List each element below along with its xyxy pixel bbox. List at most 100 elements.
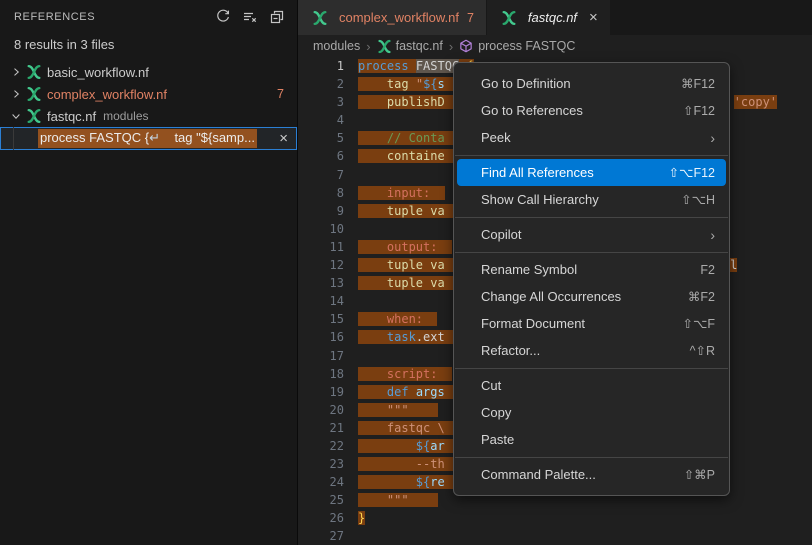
- sidebar-item-basic-workflow-nf[interactable]: basic_workflow.nf: [0, 61, 297, 83]
- match-highlight: }: [358, 511, 365, 525]
- match-code-after: tag "${samp...: [160, 130, 255, 145]
- chevron-right-icon[interactable]: [8, 64, 24, 80]
- menu-item-go-to-definition[interactable]: Go to Definition⌘F12: [457, 70, 726, 97]
- line-number: 9: [298, 202, 344, 220]
- tab-complex-workflow-nf[interactable]: complex_workflow.nf 7: [298, 0, 487, 35]
- tab-label: complex_workflow.nf: [339, 10, 459, 25]
- code-token: output:: [387, 240, 438, 254]
- results-count-badge: 7: [277, 87, 284, 101]
- nextflow-icon: [377, 39, 392, 54]
- reference-result-item[interactable]: process FASTQC {↵ tag "${samp... ×: [0, 127, 297, 150]
- clear-results-icon[interactable]: [240, 7, 260, 27]
- dismiss-icon[interactable]: ×: [279, 131, 288, 146]
- file-name: fastqc.nf: [47, 109, 96, 124]
- breadcrumb-item-modules[interactable]: modules: [313, 39, 360, 53]
- tab-fastqc-nf[interactable]: fastqc.nf×: [487, 0, 610, 35]
- menu-item-go-to-references[interactable]: Go to References⇧F12: [457, 97, 726, 124]
- file-description: modules: [103, 109, 148, 123]
- code-token: [358, 258, 387, 272]
- line-number: 21: [298, 419, 344, 437]
- match-highlight: output:: [358, 240, 452, 254]
- menu-item-rename-symbol[interactable]: Rename SymbolF2: [457, 256, 726, 283]
- line-number: 12: [298, 256, 344, 274]
- menu-item-change-all-occurrences[interactable]: Change All Occurrences⌘F2: [457, 283, 726, 310]
- breadcrumb-item-process-fastqc[interactable]: process FASTQC: [459, 39, 575, 54]
- match-highlight: l: [730, 258, 737, 272]
- nextflow-icon: [26, 64, 42, 80]
- code-token: [358, 367, 387, 381]
- sidebar-title: REFERENCES: [14, 11, 213, 23]
- match-highlight: """: [358, 493, 438, 507]
- line-number: 5: [298, 129, 344, 147]
- code-token: def: [387, 385, 409, 399]
- match-highlight: task.ext: [358, 330, 466, 344]
- code-text: }: [358, 509, 365, 527]
- line-number: 27: [298, 527, 344, 545]
- code-text: script:: [358, 365, 452, 383]
- results-summary: 8 results in 3 files: [0, 34, 297, 61]
- reference-match-text: process FASTQC {↵ tag "${samp...: [38, 129, 257, 148]
- code-token: ${: [416, 439, 430, 453]
- highlight-pad: [423, 312, 437, 326]
- refresh-icon[interactable]: [213, 7, 233, 27]
- code-text: ${re: [358, 473, 466, 491]
- menu-item-show-call-hierarchy[interactable]: Show Call Hierarchy⇧⌥H: [457, 186, 726, 213]
- menu-item-label: Go to References: [481, 103, 683, 118]
- code-token: [358, 131, 387, 145]
- code-token: [409, 385, 416, 399]
- menu-item-shortcut: ⇧⌥H: [681, 192, 715, 207]
- match-highlight: tuple va: [358, 276, 466, 290]
- code-token: task: [387, 330, 416, 344]
- match-highlight: tuple va: [358, 258, 466, 272]
- chevron-down-icon[interactable]: [8, 108, 24, 124]
- code-text: def args: [358, 383, 466, 401]
- submenu-arrow-icon: ›: [710, 228, 715, 242]
- menu-item-refactor[interactable]: Refactor...^⇧R: [457, 337, 726, 364]
- tab-dirty-badge: 7: [467, 11, 474, 25]
- menu-item-label: Cut: [481, 378, 715, 393]
- menu-item-label: Go to Definition: [481, 76, 681, 91]
- indent-guide: [13, 127, 14, 150]
- editor-line[interactable]: 27: [298, 527, 812, 545]
- code-token: tuple va: [387, 258, 445, 272]
- menu-item-paste[interactable]: Paste: [457, 426, 726, 453]
- breadcrumb-item-fastqc-nf[interactable]: fastqc.nf: [377, 39, 443, 54]
- references-sidebar: REFERENCES 8 results in 3 files basic_wo…: [0, 0, 297, 545]
- code-token: --th: [416, 457, 445, 471]
- file-name: complex_workflow.nf: [47, 87, 167, 102]
- menu-item-peek[interactable]: Peek›: [457, 124, 726, 151]
- menu-item-label: Show Call Hierarchy: [481, 192, 681, 207]
- collapse-all-icon[interactable]: [267, 7, 287, 27]
- menu-item-format-document[interactable]: Format Document⇧⌥F: [457, 310, 726, 337]
- menu-separator: [455, 457, 728, 458]
- code-token: [358, 330, 387, 344]
- menu-item-shortcut: ⌘F12: [681, 76, 715, 91]
- match-highlight: ${ar: [358, 439, 466, 453]
- editor-line[interactable]: 26}: [298, 509, 812, 527]
- menu-item-copy[interactable]: Copy: [457, 399, 726, 426]
- code-token: [358, 240, 387, 254]
- close-icon[interactable]: ×: [589, 10, 598, 25]
- match-highlight: ${re: [358, 475, 466, 489]
- chevron-right-icon[interactable]: [8, 86, 24, 102]
- context-menu: Go to Definition⌘F12Go to References⇧F12…: [453, 62, 730, 496]
- code-text: tag "${s: [358, 75, 466, 93]
- menu-item-label: Format Document: [481, 316, 682, 331]
- code-text: tuple va: [358, 202, 466, 220]
- line-number: 4: [298, 111, 344, 129]
- menu-item-cut[interactable]: Cut: [457, 372, 726, 399]
- sidebar-item-complex-workflow-nf[interactable]: complex_workflow.nf 7: [0, 83, 297, 105]
- menu-item-copilot[interactable]: Copilot›: [457, 221, 726, 248]
- highlight-pad: [409, 493, 438, 507]
- code-text: fastqc \: [358, 419, 459, 437]
- code-token: [358, 457, 416, 471]
- menu-item-command-palette[interactable]: Command Palette...⇧⌘P: [457, 461, 726, 488]
- menu-item-label: Refactor...: [481, 343, 690, 358]
- sidebar-item-fastqc-nf[interactable]: fastqc.nf modules: [0, 105, 297, 127]
- code-token: re: [430, 475, 444, 489]
- code-token: [358, 95, 387, 109]
- vscode-window: REFERENCES 8 results in 3 files basic_wo…: [0, 0, 812, 545]
- code-token: """: [387, 403, 409, 417]
- menu-item-find-all-references[interactable]: Find All References⇧⌥F12: [457, 159, 726, 186]
- menu-item-label: Find All References: [481, 165, 669, 180]
